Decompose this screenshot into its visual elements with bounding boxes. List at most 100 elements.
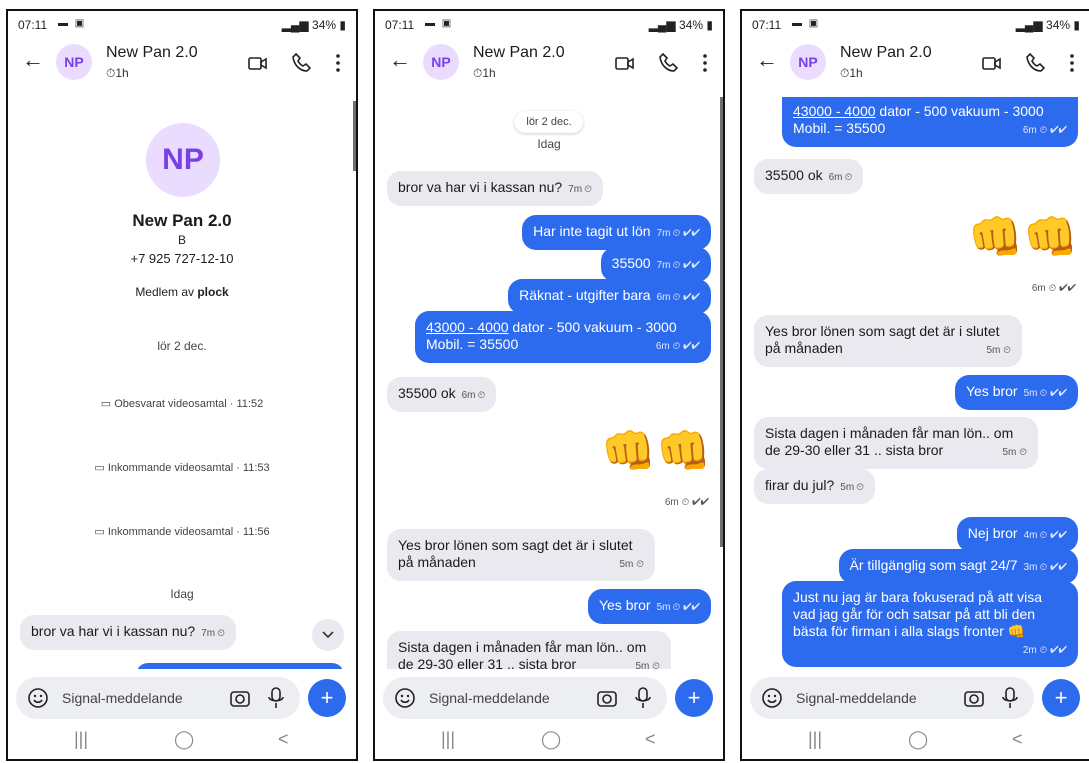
phone-icon[interactable]	[1024, 51, 1048, 75]
call-event[interactable]: ▭ Obesvarat videosamtal · 11:52	[8, 397, 356, 410]
video-camera-icon[interactable]	[246, 51, 270, 75]
outgoing-message[interactable]: Är tillgänglig som sagt 24/7 3m ⏲ ✔✔	[838, 549, 1078, 584]
call-event[interactable]: ▭ Inkommande videosamtal · 11:56	[8, 525, 356, 538]
message-time: 6m ⏲ ✔✔	[1031, 283, 1076, 294]
outgoing-message[interactable]: Yes bror 5m ⏲ ✔✔	[954, 375, 1078, 410]
emoji-message[interactable]: 👊👊	[968, 213, 1078, 263]
system-back-icon[interactable]: <	[1012, 729, 1023, 750]
incoming-message[interactable]: firar du jul? 5m ⏲	[754, 469, 875, 504]
message-link[interactable]: 43000 - 4000	[426, 319, 509, 335]
video-camera-icon[interactable]	[980, 51, 1004, 75]
message-time: 5m ⏲	[619, 559, 645, 570]
message-time-label: 5m	[635, 661, 650, 669]
message-text-line: Mobil. = 35500 6m ⏲ ✔✔	[426, 336, 700, 353]
incoming-message[interactable]: Yes bror lönen som sagt det är i slutet …	[387, 529, 655, 581]
camera-icon[interactable]	[962, 686, 986, 710]
avatar[interactable]: NP	[56, 44, 92, 80]
smiley-icon[interactable]	[26, 686, 50, 710]
phone-icon[interactable]	[657, 51, 681, 75]
notification-icons: ▬ ▣	[792, 18, 821, 29]
profile-avatar[interactable]: NP	[146, 123, 220, 197]
recent-apps-icon[interactable]: |||	[74, 729, 88, 750]
call-event[interactable]: ▭ Inkommande videosamtal · 11:53	[8, 461, 356, 474]
back-arrow-icon[interactable]: ←	[20, 47, 46, 73]
outgoing-message[interactable]: 43000 - 4000 dator - 500 vakuum - 3000 M…	[415, 311, 711, 363]
message-input[interactable]: Signal-meddelande	[383, 677, 667, 719]
camera-icon[interactable]	[228, 686, 252, 710]
more-vertical-icon[interactable]	[1064, 51, 1080, 75]
home-icon[interactable]: ◯	[541, 729, 561, 750]
chevron-down-icon[interactable]	[312, 619, 344, 651]
avatar[interactable]: NP	[423, 44, 459, 80]
message-link[interactable]: 43000 - 4000	[793, 103, 876, 119]
emoji-message[interactable]: 👊👊	[601, 427, 711, 477]
delivered-icon: ⏲ ✔✔	[672, 228, 701, 239]
incoming-message[interactable]: Yes bror lönen som sagt det är i slutet …	[754, 315, 1022, 367]
group-name[interactable]: plock	[197, 285, 228, 299]
contact-name[interactable]: New Pan 2.0	[473, 44, 565, 62]
message-time: 7m	[656, 228, 671, 239]
conversation[interactable]: NP New Pan 2.0 B +7 925 727-12-10 Medlem…	[8, 97, 356, 669]
timer-icon: ⏲	[584, 184, 592, 195]
recent-apps-icon[interactable]: |||	[441, 729, 455, 750]
system-back-icon[interactable]: <	[278, 729, 289, 750]
incoming-message[interactable]: Sista dagen i månaden får man lön.. om d…	[754, 417, 1038, 469]
outgoing-message[interactable]: Yes bror 5m ⏲ ✔✔	[587, 589, 711, 624]
message-time-label: 6m	[664, 497, 679, 508]
scrollbar[interactable]	[720, 97, 723, 547]
plus-icon[interactable]: +	[308, 679, 346, 717]
conversation[interactable]: lör 2 dec. Idag bror va har vi i kassan …	[375, 97, 723, 669]
incoming-video-icon: ▭	[94, 462, 108, 474]
camera-icon[interactable]	[595, 686, 619, 710]
scrollbar[interactable]	[353, 101, 356, 171]
incoming-message[interactable]: bror va har vi i kassan nu? 7m ⏲	[387, 171, 603, 206]
more-vertical-icon[interactable]	[697, 51, 713, 75]
battery-text: 34%	[312, 18, 337, 32]
back-arrow-icon[interactable]: ←	[387, 47, 413, 73]
message-text: dator - 500 vakuum - 3000	[875, 103, 1044, 119]
outgoing-message[interactable]: Nej bror 4m ⏲ ✔✔	[956, 517, 1078, 552]
outgoing-message[interactable]: 35500 7m ⏲ ✔✔	[600, 247, 711, 282]
outgoing-message[interactable]: Har inte tagit ut lön 7m ⏲ ✔✔	[522, 215, 711, 250]
outgoing-message[interactable]: Just nu jag är bara fokuserad på att vis…	[782, 581, 1078, 667]
more-vertical-icon[interactable]	[330, 51, 346, 75]
smiley-icon[interactable]	[393, 686, 417, 710]
call-event-label: Inkommande videosamtal · 11:56	[107, 526, 270, 538]
input-placeholder: Signal-meddelande	[62, 690, 183, 706]
message-text: bror va har vi i kassan nu?	[31, 623, 196, 639]
microphone-icon[interactable]	[631, 685, 655, 711]
battery-text: 34%	[679, 18, 704, 32]
incoming-message[interactable]: 35500 ok 6m ⏲	[387, 377, 497, 412]
microphone-icon[interactable]	[264, 685, 288, 711]
message-time: 7m	[201, 628, 216, 639]
contact-name[interactable]: New Pan 2.0	[840, 44, 932, 62]
contact-name[interactable]: New Pan 2.0	[106, 44, 198, 62]
outgoing-message[interactable]: 43000 - 4000 dator - 500 vakuum - 3000 M…	[782, 97, 1078, 147]
message-input[interactable]: Signal-meddelande	[750, 677, 1034, 719]
back-arrow-icon[interactable]: ←	[754, 47, 780, 73]
plus-icon[interactable]: +	[675, 679, 713, 717]
recent-apps-icon[interactable]: |||	[808, 729, 822, 750]
home-icon[interactable]: ◯	[174, 729, 194, 750]
incoming-message[interactable]: bror va har vi i kassan nu? 7m ⏲	[20, 615, 236, 650]
video-camera-icon[interactable]	[613, 51, 637, 75]
message-text: Yes bror	[965, 383, 1018, 399]
home-icon[interactable]: ◯	[908, 729, 928, 750]
message-text: Mobil. = 35500	[426, 336, 519, 352]
avatar[interactable]: NP	[790, 44, 826, 80]
message-input[interactable]: Signal-meddelande	[16, 677, 300, 719]
partial-outgoing-message[interactable]	[136, 663, 344, 669]
today-divider: Idag	[537, 137, 561, 151]
plus-icon[interactable]: +	[1042, 679, 1080, 717]
conversation[interactable]: 43000 - 4000 dator - 500 vakuum - 3000 M…	[742, 97, 1089, 669]
profile-name: New Pan 2.0	[132, 211, 232, 230]
system-back-icon[interactable]: <	[645, 729, 656, 750]
conversation-header: ← NP New Pan 2.0 ⏱1h	[8, 39, 356, 95]
microphone-icon[interactable]	[998, 685, 1022, 711]
input-placeholder: Signal-meddelande	[429, 690, 550, 706]
outgoing-message[interactable]: Räknat - utgifter bara 6m ⏲ ✔✔	[508, 279, 711, 314]
incoming-message[interactable]: 35500 ok 6m ⏲	[754, 159, 864, 194]
phone-icon[interactable]	[290, 51, 314, 75]
incoming-message[interactable]: Sista dagen i månaden får man lön.. om d…	[387, 631, 671, 669]
smiley-icon[interactable]	[760, 686, 784, 710]
